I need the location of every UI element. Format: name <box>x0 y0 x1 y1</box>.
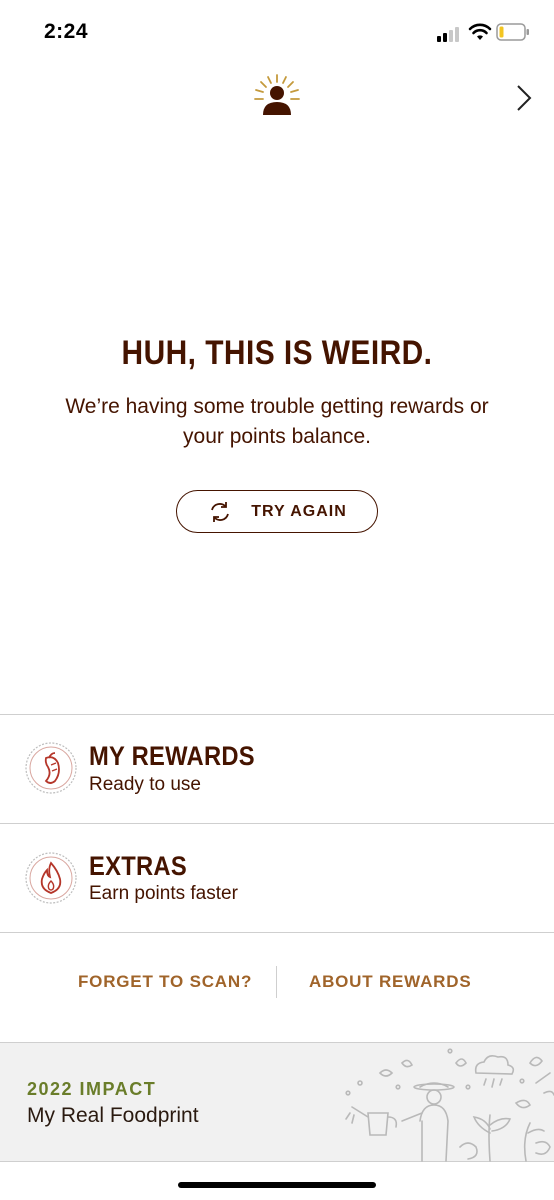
error-message-line-1: We’re having some trouble getting reward… <box>65 395 489 418</box>
forget-to-scan-link[interactable]: FORGET TO SCAN? <box>78 972 252 992</box>
extras-subtitle: Earn points faster <box>89 883 238 904</box>
pepper-badge-icon <box>25 742 77 794</box>
profile-sun-icon[interactable] <box>251 72 303 120</box>
extras-row[interactable]: EXTRAS Earn points faster <box>0 824 554 932</box>
status-bar: 2:24 <box>0 0 554 64</box>
extras-title: EXTRAS <box>89 851 187 881</box>
error-title: HUH, THIS IS WEIRD. <box>121 334 433 372</box>
link-separator <box>276 966 277 998</box>
my-rewards-row[interactable]: MY REWARDS Ready to use <box>0 715 554 823</box>
home-indicator <box>178 1182 376 1188</box>
divider <box>0 932 554 933</box>
farmer-illustration-icon <box>345 1048 554 1162</box>
error-message-line-2: your points balance. <box>183 425 371 448</box>
chevron-right-icon[interactable] <box>512 82 534 114</box>
my-rewards-subtitle: Ready to use <box>89 774 201 795</box>
refresh-icon <box>211 501 230 522</box>
cellular-signal-icon <box>437 26 461 42</box>
status-time: 2:24 <box>44 20 89 43</box>
try-again-label: TRY AGAIN <box>251 502 347 520</box>
error-message: We’re having some trouble getting reward… <box>20 392 534 452</box>
impact-title: My Real Foodprint <box>27 1104 199 1127</box>
wifi-icon <box>468 23 492 40</box>
rewards-links: FORGET TO SCAN? ABOUT REWARDS <box>0 934 554 1042</box>
about-rewards-link[interactable]: ABOUT REWARDS <box>309 972 471 992</box>
my-rewards-title: MY REWARDS <box>89 741 255 771</box>
impact-year-label: 2022 IMPACT <box>27 1079 157 1099</box>
flame-badge-icon <box>25 852 77 904</box>
try-again-button[interactable]: TRY AGAIN <box>176 490 378 533</box>
impact-banner[interactable]: 2022 IMPACT My Real Foodprint <box>0 1042 554 1162</box>
battery-icon <box>496 23 529 41</box>
